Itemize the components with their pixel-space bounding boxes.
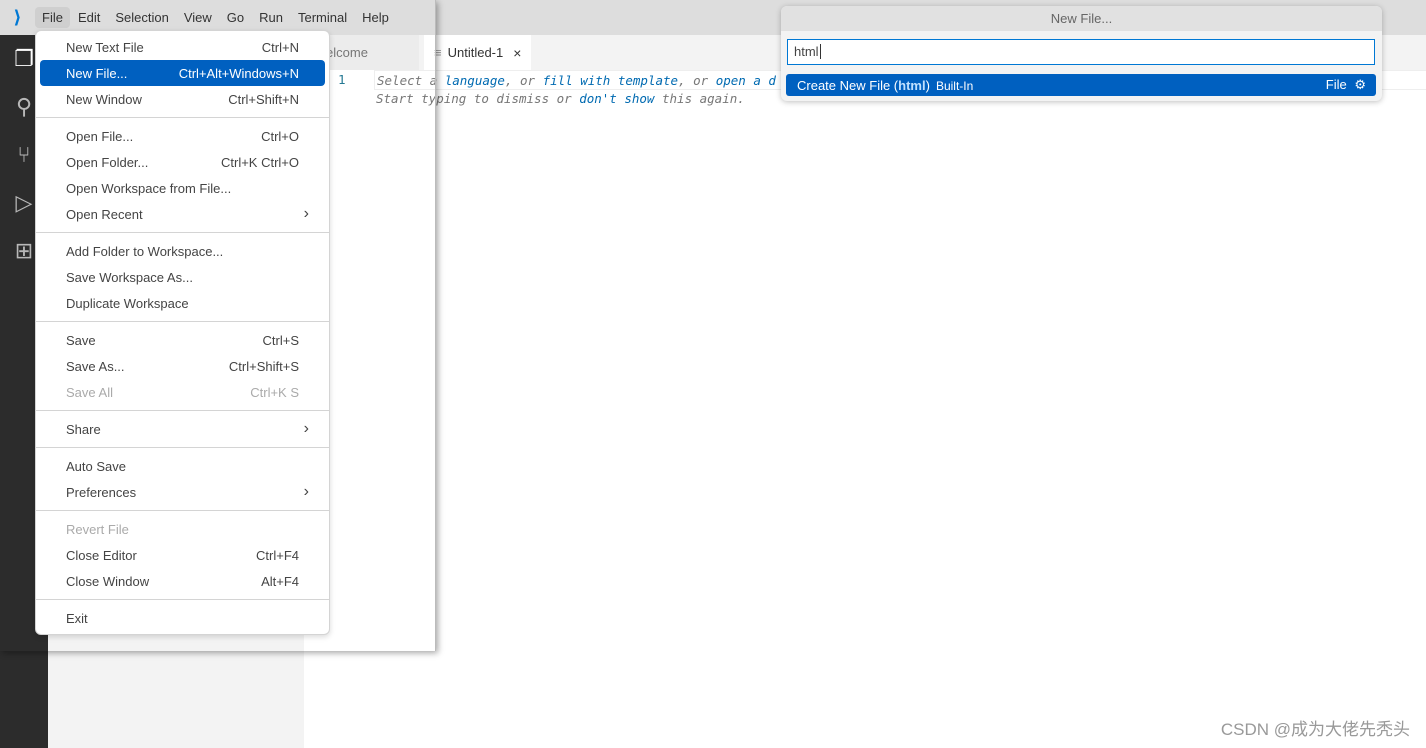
menu-item-new-file[interactable]: New File... Ctrl+Alt+Windows+N [40, 60, 325, 86]
menu-item-label: Save [66, 332, 96, 348]
menu-item-open-recent[interactable]: Open Recent › [40, 201, 325, 227]
menu-item-shortcut: Ctrl+K Ctrl+O [220, 154, 299, 170]
editor[interactable]: 1 Select a language, or fill with templa… [304, 70, 1426, 748]
menu-item-label: New File... [66, 65, 128, 81]
menu-item-label: New Text File [66, 39, 144, 55]
menu-item-duplicate-workspace[interactable]: Duplicate Workspace [40, 290, 325, 316]
menu-separator [36, 599, 329, 600]
menu-item-open-folder[interactable]: Open Folder... Ctrl+K Ctrl+O [40, 149, 325, 175]
menu-item-shortcut: Ctrl+Shift+S [228, 358, 299, 374]
vscode-logo-icon: ⟩ [13, 7, 22, 27]
quick-pick-title: New File... [781, 6, 1382, 31]
quick-pick-item[interactable]: Create New File (html) Built-In File ⚙ [786, 74, 1376, 96]
quick-pick: New File... html Create New File (html) B… [781, 6, 1382, 101]
menu-go[interactable]: Go [220, 7, 251, 28]
menu-item-label: Open Recent [66, 206, 143, 222]
menu-item-label: Exit [66, 610, 88, 626]
menu-item-label: Open Workspace from File... [66, 180, 232, 196]
menu-item-save-workspace-as[interactable]: Save Workspace As... [40, 264, 325, 290]
menu-selection[interactable]: Selection [108, 7, 175, 28]
source-label: Built-In [935, 78, 974, 93]
menu-item-label: Save All [66, 384, 113, 400]
menu-item-label: Preferences [66, 484, 137, 500]
menu-item-new-text-file[interactable]: New Text File Ctrl+N [40, 34, 325, 60]
menu-item-save-as[interactable]: Save As... Ctrl+Shift+S [40, 353, 325, 379]
menu-item-label: Open Folder... [66, 154, 149, 170]
menu-item-shortcut: Ctrl+O [261, 128, 299, 144]
category-label: File [1325, 77, 1347, 92]
menu-item-open-file[interactable]: Open File... Ctrl+O [40, 123, 325, 149]
menu-separator [36, 410, 329, 411]
menu-terminal[interactable]: Terminal [291, 7, 354, 28]
menu-item-label: Duplicate Workspace [66, 295, 189, 311]
menu-edit[interactable]: Edit [71, 7, 107, 28]
tab-untitled-1[interactable]: ≡ Untitled-1 × [424, 35, 533, 70]
menu-item-shortcut: Ctrl+Alt+Windows+N [178, 65, 299, 81]
menu-separator [36, 321, 329, 322]
menu-item-shortcut: Ctrl+N [261, 39, 299, 55]
menu-item-revert-file: Revert File [40, 516, 325, 542]
menu-item-shortcut: Ctrl+Shift+N [228, 91, 299, 107]
menu-run[interactable]: Run [252, 7, 290, 28]
menu-item-new-window[interactable]: New Window Ctrl+Shift+N [40, 86, 325, 112]
menu-separator [36, 117, 329, 118]
menu-item-add-folder-to-workspace[interactable]: Add Folder to Workspace... [40, 238, 325, 264]
watermark: CSDN @成为大佬先秃头 [1220, 720, 1410, 739]
open-link[interactable]: open a d [716, 73, 776, 88]
menu-item-close-window[interactable]: Close Window Alt+F4 [40, 568, 325, 594]
menu-item-shortcut: Ctrl+K S [250, 384, 299, 400]
menu-item-save[interactable]: Save Ctrl+S [40, 327, 325, 353]
select-language-link[interactable]: language [445, 73, 505, 88]
menu-view[interactable]: View [177, 7, 219, 28]
menu-item-open-workspace-from-file[interactable]: Open Workspace from File... [40, 175, 325, 201]
dont-show-link[interactable]: don't show [579, 91, 654, 106]
menu-item-close-editor[interactable]: Close Editor Ctrl+F4 [40, 542, 325, 568]
menu-file[interactable]: File [35, 7, 70, 28]
menu-item-save-all: Save All Ctrl+K S [40, 379, 325, 405]
menu-item-auto-save[interactable]: Auto Save [40, 453, 325, 479]
menu-item-shortcut: Alt+F4 [261, 573, 299, 589]
file-menu: New Text File Ctrl+N New File... Ctrl+Alt+W… [35, 30, 330, 635]
hint-line-2: Start typing to dismiss or don't show th… [376, 91, 745, 106]
menu-item-label: Revert File [66, 521, 129, 537]
menu-item-label: Open File... [66, 128, 134, 144]
menu-item-label: Close Window [66, 573, 150, 589]
menu-separator [36, 510, 329, 511]
file-icon: ≡ [434, 45, 442, 60]
chevron-right-icon: › [303, 420, 309, 437]
chevron-right-icon: › [303, 205, 309, 222]
menu-separator [36, 447, 329, 448]
menu-item-label: Add Folder to Workspace... [66, 243, 224, 259]
menu-item-shortcut: Ctrl+F4 [256, 547, 299, 563]
menu-item-label: Save As... [66, 358, 125, 374]
menu-item-label: Close Editor [66, 547, 137, 563]
fill-template-link[interactable]: fill with template [543, 73, 678, 88]
menu-separator [36, 232, 329, 233]
close-icon[interactable]: × [513, 45, 521, 61]
gear-icon[interactable]: ⚙ [1354, 77, 1366, 92]
menu-item-label: New Window [66, 91, 142, 107]
menu-help[interactable]: Help [355, 7, 396, 28]
menu-item-label: Share [66, 421, 101, 437]
menu-item-label: Auto Save [66, 458, 126, 474]
menu-item-exit[interactable]: Exit [40, 605, 325, 631]
tab-label: Untitled-1 [447, 45, 504, 60]
quick-pick-input[interactable]: html [787, 39, 1375, 65]
line-number: 1 [338, 72, 346, 87]
menu-item-preferences[interactable]: Preferences › [40, 479, 325, 505]
menu-item-label: Save Workspace As... [66, 269, 193, 285]
menu-item-share[interactable]: Share › [40, 416, 325, 442]
chevron-right-icon: › [303, 483, 309, 500]
menu-item-shortcut: Ctrl+S [262, 332, 299, 348]
